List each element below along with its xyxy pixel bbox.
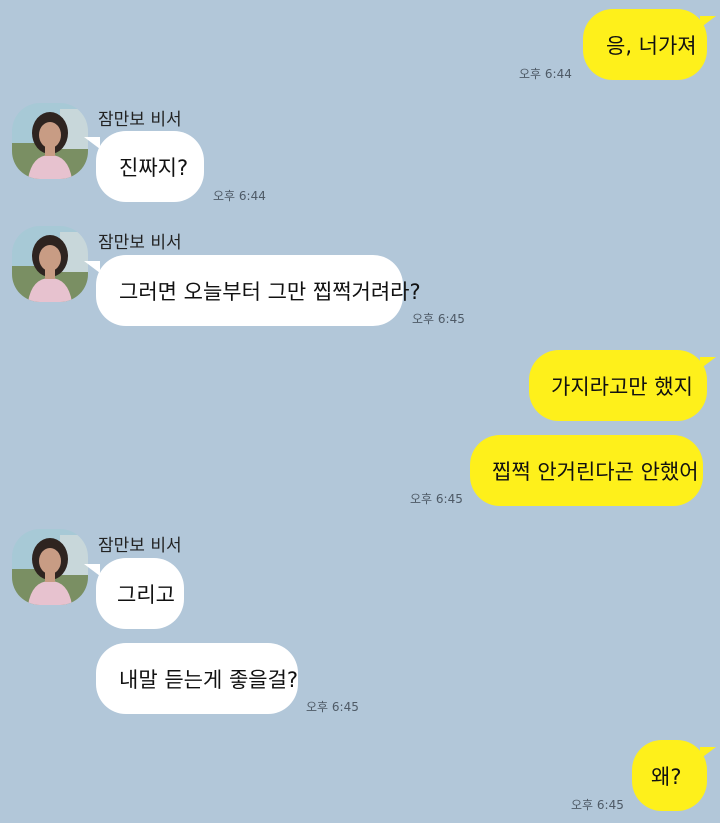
bubble-tail <box>84 261 100 273</box>
message-time: 오후 6:45 <box>306 700 359 714</box>
contact-name: 잠만보 비서 <box>98 536 182 556</box>
their-message-bubble[interactable]: 내말 듣는게 좋을걸? <box>96 643 298 714</box>
message-text: 그리고 <box>117 582 175 607</box>
contact-name: 잠만보 비서 <box>98 110 182 130</box>
message-text: 찝쩍 안거린다곤 안했어 <box>492 459 699 484</box>
message-time: 오후 6:44 <box>213 189 266 203</box>
profile-photo-icon <box>12 103 88 179</box>
my-message-bubble[interactable]: 응, 너가져 <box>583 9 707 80</box>
my-message-bubble[interactable]: 찝쩍 안거린다곤 안했어 <box>470 435 703 506</box>
my-message-bubble[interactable]: 가지라고만 했지 <box>529 350 707 421</box>
message-text: 진짜지? <box>119 155 189 180</box>
contact-avatar[interactable] <box>12 529 88 605</box>
message-time: 오후 6:45 <box>410 492 463 506</box>
their-message-bubble[interactable]: 그리고 <box>96 558 184 629</box>
message-time: 오후 6:45 <box>412 312 465 326</box>
message-text: 왜? <box>651 764 682 789</box>
bubble-tail <box>700 357 716 369</box>
message-text: 응, 너가져 <box>606 33 697 58</box>
message-time: 오후 6:45 <box>571 798 624 812</box>
message-text: 내말 듣는게 좋을걸? <box>119 667 299 692</box>
profile-photo-icon <box>12 529 88 605</box>
contact-avatar[interactable] <box>12 103 88 179</box>
bubble-tail <box>84 137 100 149</box>
profile-photo-icon <box>12 226 88 302</box>
their-message-bubble[interactable]: 진짜지? <box>96 131 204 202</box>
bubble-tail <box>700 747 716 759</box>
message-text: 그러면 오늘부터 그만 찝쩍거려라? <box>119 279 421 304</box>
contact-avatar[interactable] <box>12 226 88 302</box>
contact-name: 잠만보 비서 <box>98 233 182 253</box>
bubble-tail <box>84 564 100 576</box>
their-message-bubble[interactable]: 그러면 오늘부터 그만 찝쩍거려라? <box>96 255 421 326</box>
bubble-tail <box>700 16 716 28</box>
message-text: 가지라고만 했지 <box>551 374 693 399</box>
my-message-bubble[interactable]: 왜? <box>632 740 707 811</box>
message-time: 오후 6:44 <box>519 67 572 81</box>
